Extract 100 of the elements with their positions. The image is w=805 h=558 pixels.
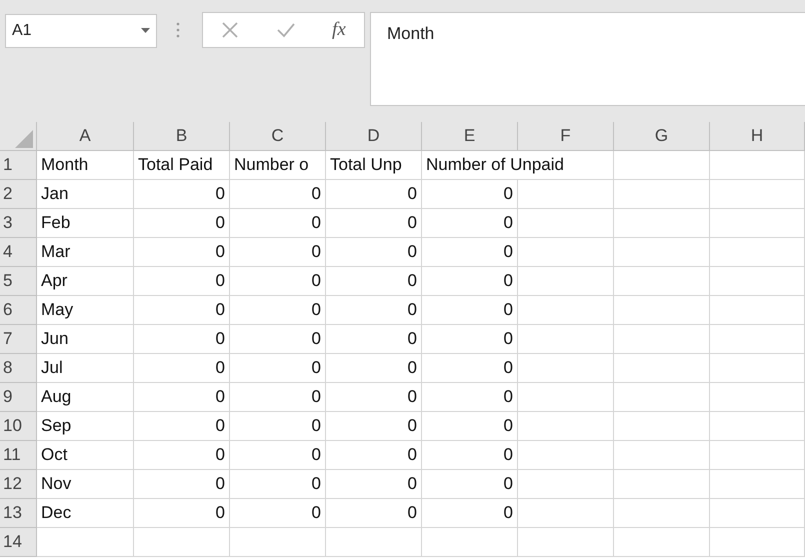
row-header[interactable]: 2 xyxy=(0,180,37,209)
table-cell[interactable] xyxy=(614,528,710,557)
table-cell[interactable] xyxy=(518,209,614,238)
table-cell[interactable]: 0 xyxy=(326,354,422,383)
table-cell[interactable]: 0 xyxy=(134,325,230,354)
table-cell[interactable] xyxy=(710,470,805,499)
row-header[interactable]: 14 xyxy=(0,528,37,557)
table-cell[interactable] xyxy=(614,412,710,441)
table-cell[interactable]: Total Unp xyxy=(326,151,422,180)
row-header[interactable]: 4 xyxy=(0,238,37,267)
table-cell[interactable] xyxy=(710,296,805,325)
table-cell[interactable] xyxy=(614,267,710,296)
table-cell[interactable]: Feb xyxy=(37,209,134,238)
table-cell[interactable]: 0 xyxy=(422,354,518,383)
table-cell[interactable] xyxy=(710,528,805,557)
table-cell[interactable]: Month xyxy=(37,151,134,180)
table-cell[interactable] xyxy=(518,180,614,209)
row-header[interactable]: 9 xyxy=(0,383,37,412)
table-cell[interactable]: 0 xyxy=(422,470,518,499)
table-cell[interactable]: 0 xyxy=(230,383,326,412)
table-cell[interactable]: 0 xyxy=(230,296,326,325)
table-cell[interactable]: Total Paid xyxy=(134,151,230,180)
table-cell[interactable]: 0 xyxy=(326,209,422,238)
table-cell[interactable] xyxy=(710,383,805,412)
table-cell[interactable]: 0 xyxy=(134,267,230,296)
column-header[interactable]: C xyxy=(230,122,326,151)
checkmark-icon[interactable] xyxy=(276,21,296,39)
table-cell[interactable] xyxy=(614,325,710,354)
table-cell[interactable] xyxy=(230,528,326,557)
table-cell[interactable]: Aug xyxy=(37,383,134,412)
table-cell[interactable]: 0 xyxy=(326,238,422,267)
table-cell[interactable] xyxy=(710,441,805,470)
table-cell[interactable]: 0 xyxy=(326,470,422,499)
table-cell[interactable] xyxy=(710,499,805,528)
table-cell[interactable] xyxy=(518,470,614,499)
table-cell[interactable]: 0 xyxy=(230,238,326,267)
table-cell[interactable] xyxy=(710,267,805,296)
column-header[interactable]: F xyxy=(518,122,614,151)
table-cell[interactable]: 0 xyxy=(230,209,326,238)
table-cell[interactable]: 0 xyxy=(422,209,518,238)
table-cell[interactable]: May xyxy=(37,296,134,325)
table-cell[interactable]: Jan xyxy=(37,180,134,209)
table-cell[interactable]: 0 xyxy=(134,209,230,238)
table-cell[interactable]: 0 xyxy=(326,441,422,470)
table-cell[interactable]: 0 xyxy=(422,383,518,412)
insert-function-button[interactable]: fx xyxy=(332,16,346,44)
table-cell[interactable]: 0 xyxy=(230,267,326,296)
table-cell[interactable]: 0 xyxy=(230,325,326,354)
table-cell[interactable] xyxy=(422,528,518,557)
table-cell[interactable]: Dec xyxy=(37,499,134,528)
table-cell[interactable] xyxy=(518,412,614,441)
column-header[interactable]: A xyxy=(37,122,134,151)
table-cell[interactable] xyxy=(710,151,805,180)
column-header[interactable]: G xyxy=(614,122,710,151)
table-cell[interactable] xyxy=(710,238,805,267)
table-cell[interactable] xyxy=(614,354,710,383)
table-cell[interactable] xyxy=(614,470,710,499)
table-cell[interactable]: 0 xyxy=(134,441,230,470)
row-header[interactable]: 12 xyxy=(0,470,37,499)
table-cell[interactable]: 0 xyxy=(230,499,326,528)
table-cell[interactable] xyxy=(614,441,710,470)
row-header[interactable]: 7 xyxy=(0,325,37,354)
table-cell[interactable] xyxy=(710,180,805,209)
table-cell[interactable] xyxy=(518,383,614,412)
table-cell[interactable] xyxy=(710,209,805,238)
table-cell[interactable]: 0 xyxy=(326,412,422,441)
table-cell[interactable] xyxy=(614,296,710,325)
column-header[interactable]: H xyxy=(710,122,805,151)
table-cell[interactable] xyxy=(614,151,710,180)
row-header[interactable]: 1 xyxy=(0,151,37,180)
table-cell[interactable]: Nov xyxy=(37,470,134,499)
table-cell[interactable]: Number o xyxy=(230,151,326,180)
table-cell[interactable]: 0 xyxy=(422,499,518,528)
table-cell[interactable] xyxy=(518,499,614,528)
table-cell[interactable] xyxy=(326,528,422,557)
row-header[interactable]: 6 xyxy=(0,296,37,325)
table-cell[interactable] xyxy=(614,238,710,267)
row-header[interactable]: 10 xyxy=(0,412,37,441)
select-all-icon[interactable] xyxy=(13,128,33,148)
table-cell[interactable]: 0 xyxy=(326,296,422,325)
column-header[interactable]: B xyxy=(134,122,230,151)
table-cell[interactable] xyxy=(134,528,230,557)
table-cell[interactable]: 0 xyxy=(326,383,422,412)
table-cell[interactable] xyxy=(518,238,614,267)
table-cell[interactable] xyxy=(518,267,614,296)
table-cell[interactable]: 0 xyxy=(422,412,518,441)
table-cell[interactable]: 0 xyxy=(326,325,422,354)
table-cell[interactable]: Mar xyxy=(37,238,134,267)
table-cell[interactable]: 0 xyxy=(134,412,230,441)
table-cell[interactable] xyxy=(614,499,710,528)
table-cell[interactable]: 0 xyxy=(422,441,518,470)
cancel-icon[interactable] xyxy=(221,21,240,39)
table-cell[interactable]: 0 xyxy=(134,180,230,209)
table-cell[interactable]: 0 xyxy=(422,267,518,296)
formula-bar[interactable]: Month xyxy=(370,12,805,106)
table-cell[interactable]: 0 xyxy=(230,412,326,441)
table-cell[interactable] xyxy=(614,209,710,238)
table-cell[interactable]: 0 xyxy=(134,470,230,499)
table-cell[interactable] xyxy=(710,412,805,441)
table-cell[interactable] xyxy=(518,441,614,470)
